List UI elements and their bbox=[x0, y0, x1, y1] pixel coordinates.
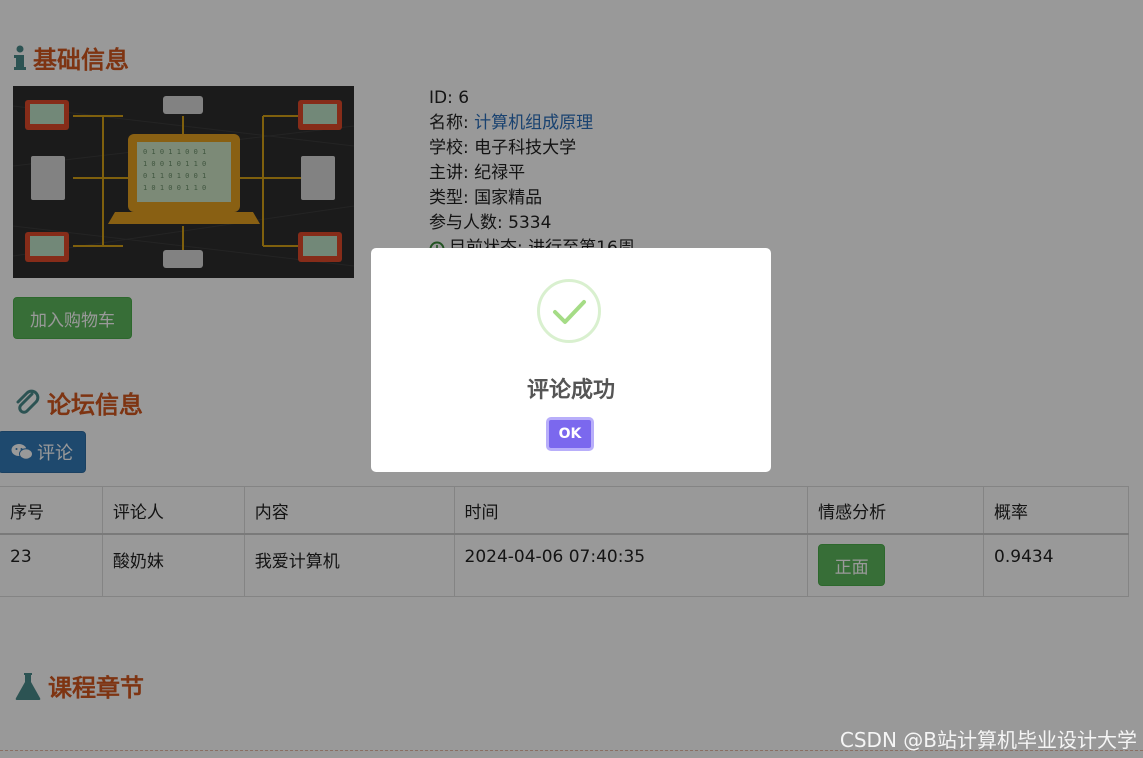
dialog-title: 评论成功 bbox=[526, 378, 615, 403]
success-dialog: 评论成功 OK bbox=[371, 248, 771, 472]
ok-button[interactable]: OK bbox=[546, 417, 594, 451]
watermark-text: CSDN @B站计算机毕业设计大学 bbox=[839, 728, 1137, 752]
success-check-icon bbox=[537, 279, 601, 343]
